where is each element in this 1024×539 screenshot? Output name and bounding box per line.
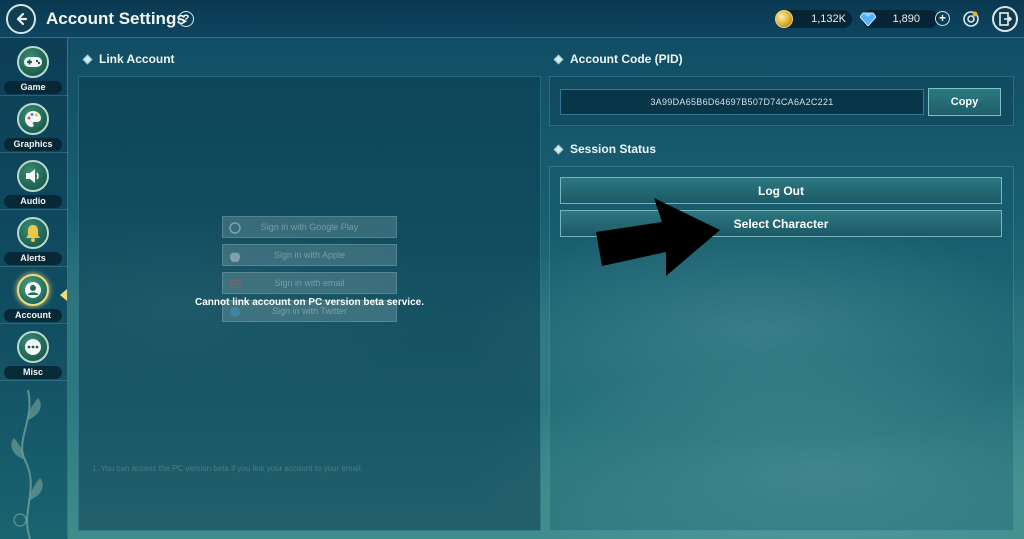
google-signin-label: Sign in with Google Play bbox=[260, 222, 359, 232]
back-button[interactable] bbox=[6, 4, 36, 34]
sidebar-item-graphics[interactable]: Graphics bbox=[0, 97, 68, 153]
copy-button[interactable]: Copy bbox=[928, 88, 1001, 116]
door-exit-icon bbox=[999, 12, 1012, 26]
link-disabled-message: Cannot link account on PC version beta s… bbox=[195, 297, 424, 308]
add-gems-button[interactable]: + bbox=[935, 11, 950, 26]
pid-field[interactable]: 3A99DA65B6D64697B507D74CA6A2C221 bbox=[560, 89, 924, 115]
palette-icon bbox=[25, 111, 41, 127]
top-bar: Account Settings ? 1,132K 1,890 + bbox=[0, 0, 1024, 38]
link-account-header: Link Account bbox=[82, 52, 175, 66]
sidebar-icon-wrap bbox=[17, 274, 49, 306]
mail-icon bbox=[229, 279, 241, 289]
sidebar-item-account[interactable]: Account bbox=[0, 268, 68, 324]
speaker-icon bbox=[26, 169, 39, 183]
google-icon bbox=[229, 222, 241, 234]
exit-button[interactable] bbox=[992, 6, 1018, 32]
bell-icon bbox=[26, 225, 40, 242]
sidebar-item-label: Graphics bbox=[4, 138, 62, 151]
sidebar: Game Graphics Audio Alerts Account Misc bbox=[0, 38, 68, 539]
coin-icon bbox=[775, 10, 793, 28]
sidebar-item-label: Account bbox=[4, 309, 62, 322]
gem-icon bbox=[860, 12, 876, 26]
account-code-header: Account Code (PID) bbox=[553, 52, 683, 66]
account-code-title: Account Code (PID) bbox=[570, 52, 683, 66]
link-account-title: Link Account bbox=[99, 52, 175, 66]
apple-icon bbox=[230, 252, 240, 262]
session-status-header: Session Status bbox=[553, 142, 657, 156]
sidebar-icon-wrap bbox=[17, 103, 49, 135]
sidebar-icon-wrap bbox=[17, 331, 49, 363]
diamond-bullet-icon bbox=[553, 144, 564, 154]
sidebar-item-audio[interactable]: Audio bbox=[0, 154, 68, 210]
gem-amount: 1,890 bbox=[892, 13, 920, 25]
apple-signin-label: Sign in with Apple bbox=[273, 250, 346, 260]
sidebar-item-game[interactable]: Game bbox=[0, 40, 68, 96]
apple-signin-button: Sign in with Apple bbox=[222, 244, 397, 266]
sidebar-item-label: Alerts bbox=[4, 252, 62, 265]
sidebar-item-alerts[interactable]: Alerts bbox=[0, 211, 68, 267]
sidebar-icon-wrap bbox=[17, 160, 49, 192]
sidebar-item-label: Game bbox=[4, 81, 62, 94]
google-signin-button: Sign in with Google Play bbox=[222, 216, 397, 238]
ellipsis-icon bbox=[25, 339, 41, 355]
help-button[interactable]: ? bbox=[178, 11, 194, 27]
diamond-bullet-icon bbox=[82, 54, 93, 64]
active-pointer bbox=[60, 289, 67, 301]
gold-amount: 1,132K bbox=[811, 13, 846, 25]
page-title: Account Settings bbox=[46, 9, 186, 28]
email-signin-label: Sign in with email bbox=[274, 278, 345, 288]
sidebar-icon-wrap bbox=[17, 46, 49, 78]
sidebar-item-label: Audio bbox=[4, 195, 62, 208]
pointer-arrow-icon bbox=[596, 198, 720, 276]
diamond-bullet-icon bbox=[553, 54, 564, 64]
sidebar-icon-wrap bbox=[17, 217, 49, 249]
user-icon bbox=[25, 282, 41, 298]
beta-note: 1. You can access the PC version beta if… bbox=[92, 464, 363, 473]
email-signin-button: Sign in with email bbox=[222, 272, 397, 294]
gamepad-icon bbox=[24, 57, 42, 67]
session-status-title: Session Status bbox=[570, 142, 657, 156]
arrow-left-icon bbox=[16, 12, 28, 26]
target-icon[interactable] bbox=[962, 10, 980, 28]
vine-decoration bbox=[11, 389, 43, 539]
